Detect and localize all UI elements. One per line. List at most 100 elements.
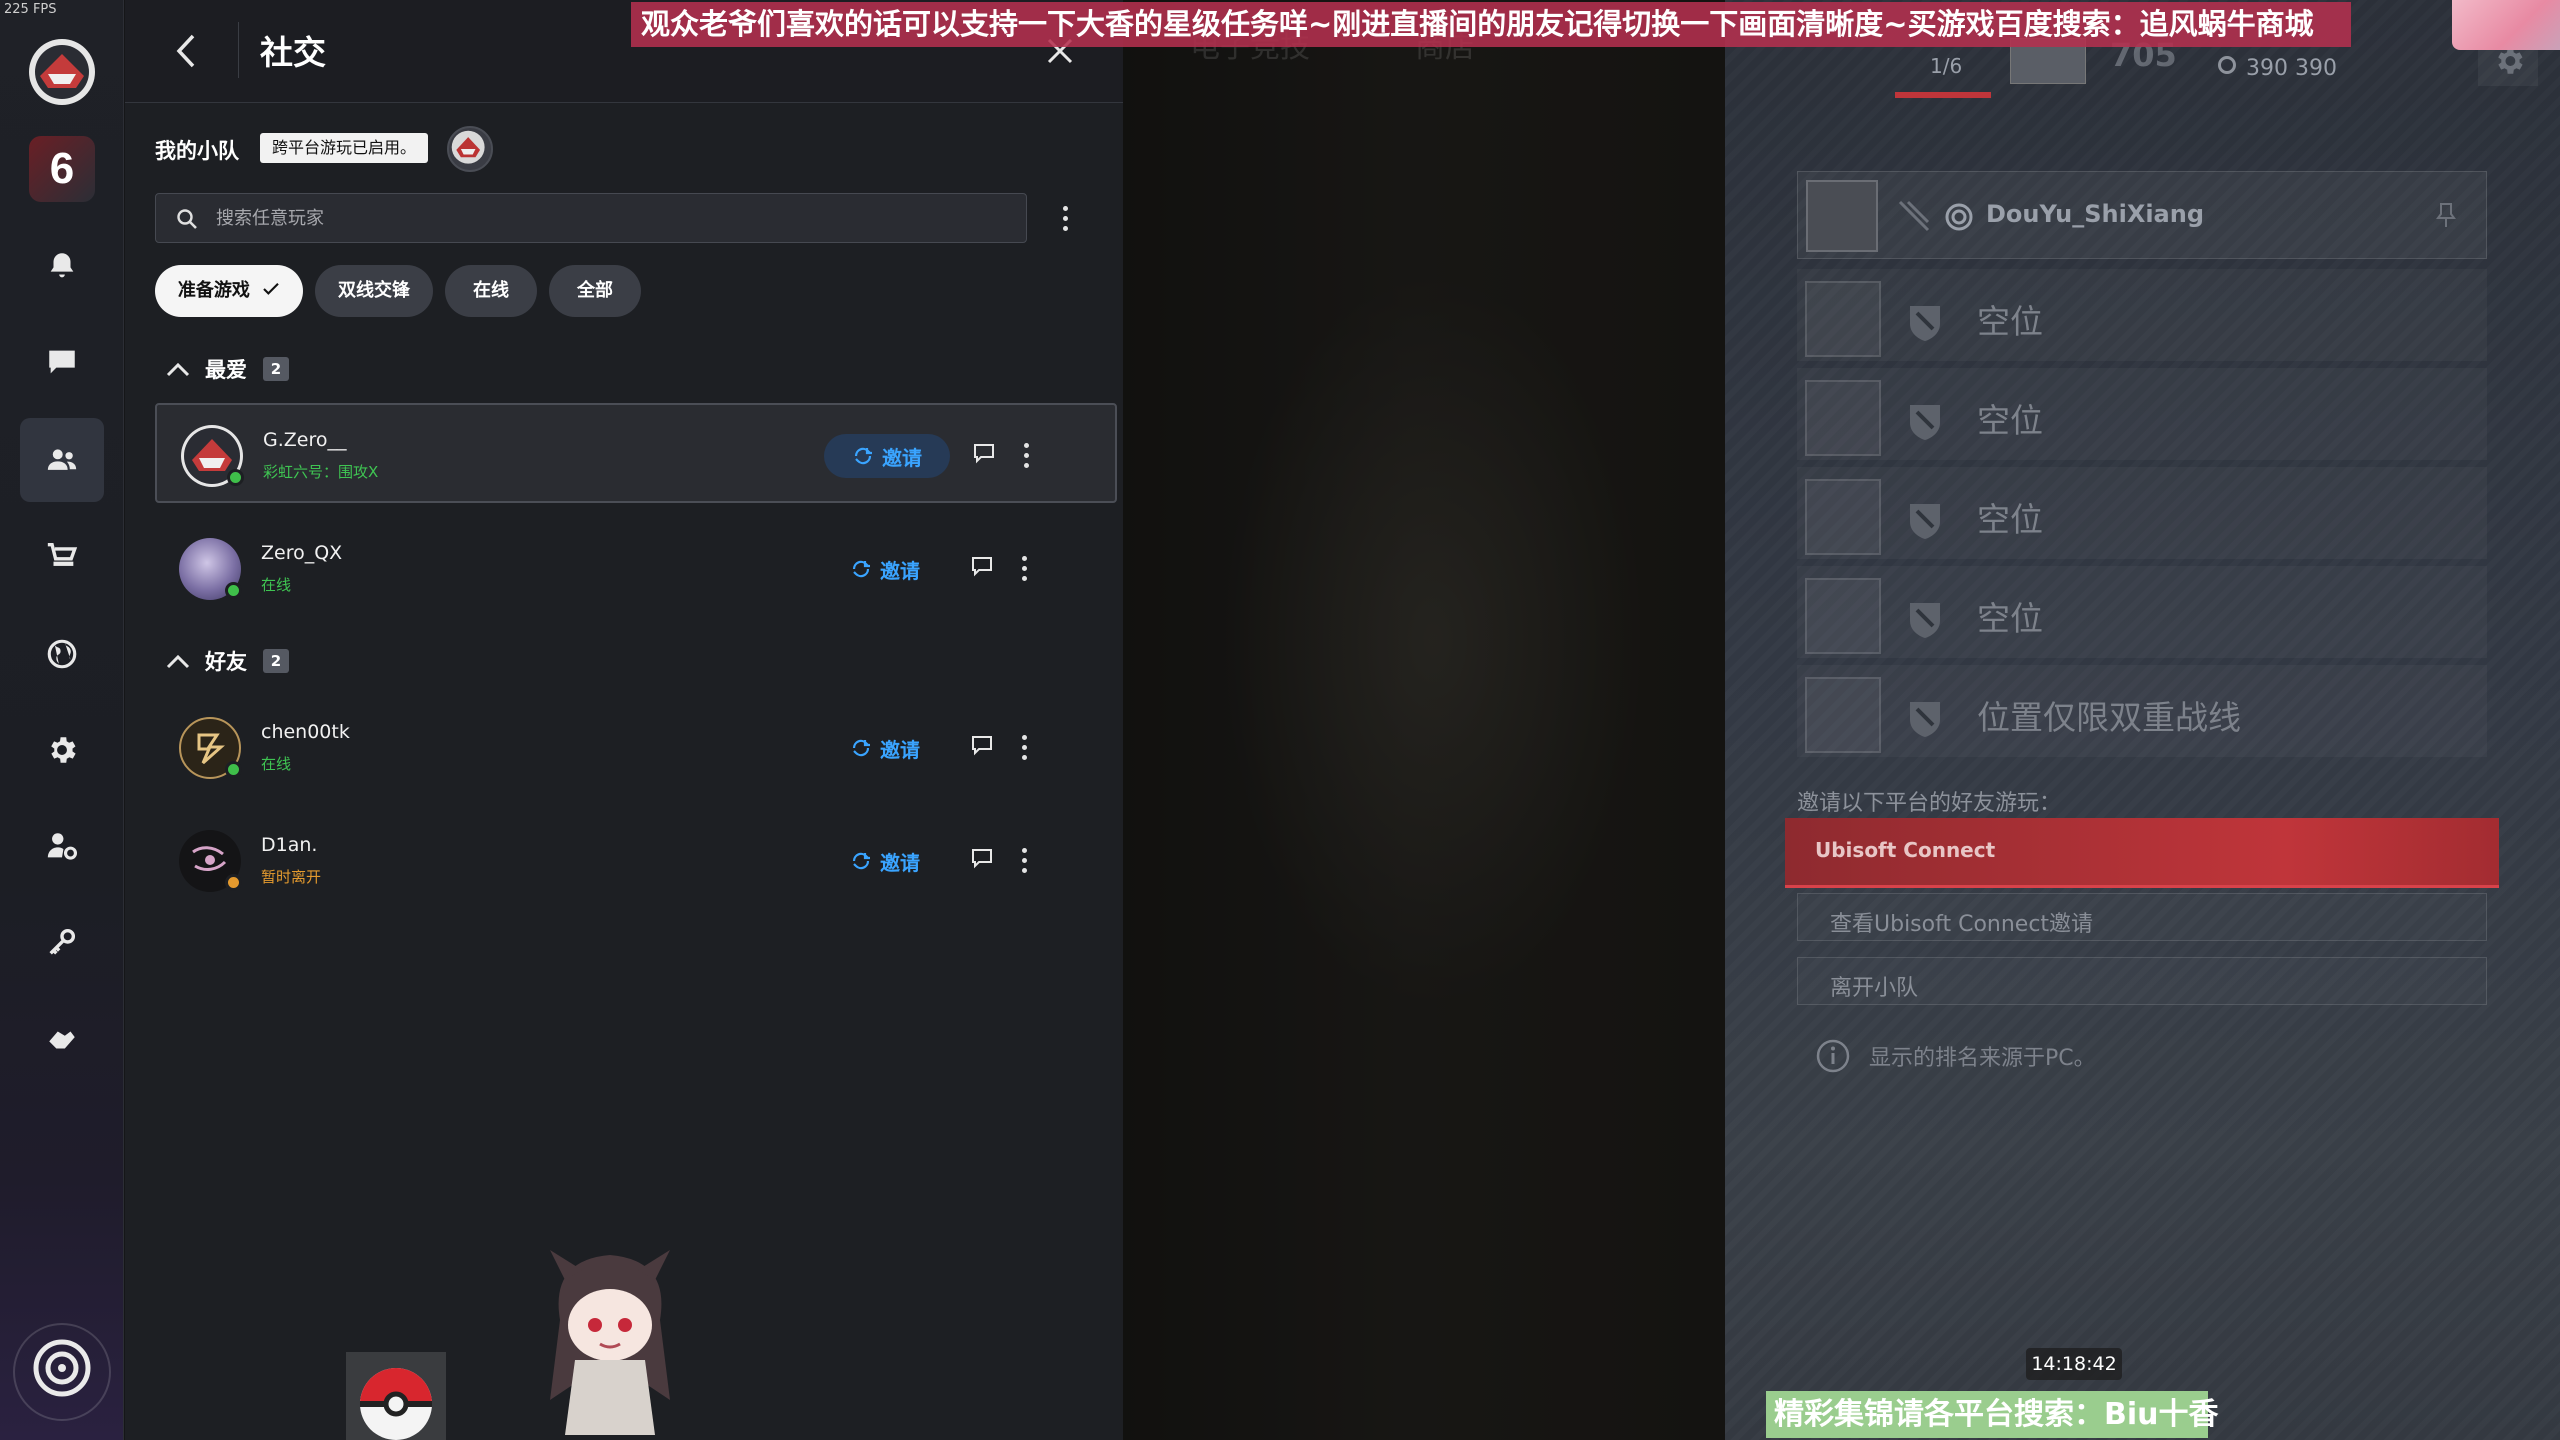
invite-button[interactable]: 邀请	[824, 434, 950, 478]
friend-status: 暂时离开	[261, 868, 322, 886]
party-slot-dual-front[interactable]: 位置仅限双重战线	[1797, 665, 2487, 757]
filter-label: 双线交锋	[338, 280, 410, 301]
invite-label: 邀请	[880, 558, 920, 583]
view-invites-label: 查看Ubisoft Connect邀请	[1830, 912, 2094, 937]
slot-avatar-placeholder	[1805, 281, 1881, 357]
bell-icon	[50, 253, 74, 278]
invite-label: 邀请	[882, 445, 922, 470]
party-player-name: DouYu_ShiXiang	[1986, 200, 2205, 228]
key-button[interactable]	[20, 900, 104, 984]
slot-label: 空位	[1977, 401, 2043, 440]
fps-counter: 225 FPS	[4, 2, 57, 17]
chat-button[interactable]	[20, 320, 104, 404]
ubisoft-connect-label: Ubisoft Connect	[1815, 838, 1996, 862]
store-button[interactable]	[20, 514, 104, 598]
invite-button[interactable]: 邀请	[822, 547, 948, 591]
section-title: 好友	[205, 650, 247, 674]
friend-row[interactable]: chen00tk 在线 邀请	[155, 697, 1117, 797]
globe-button[interactable]	[20, 612, 104, 696]
rank-emblem-icon	[1898, 200, 1930, 232]
friends-icon	[47, 449, 77, 470]
invite-icon	[852, 739, 870, 757]
friend-name: chen00tk	[261, 721, 350, 743]
credits-icon	[2218, 56, 2236, 74]
slot-label: 位置仅限双重战线	[1977, 698, 2241, 737]
stream-top-banner: 观众老爷们喜欢的话可以支持一下大香的星级任务咩~刚进直播间的朋友记得切换一下画面…	[631, 2, 2351, 47]
squad-member-avatar[interactable]	[447, 126, 493, 172]
party-slot-empty[interactable]: 空位	[1797, 368, 2487, 460]
filter-all[interactable]: 全部	[549, 265, 641, 317]
notifications-button[interactable]	[20, 224, 104, 308]
section-favorites-header[interactable]: 最爱 2	[165, 354, 289, 384]
ubisoft-logo-icon[interactable]	[10, 1320, 114, 1424]
invite-label: 邀请	[880, 737, 920, 762]
ubisoft-swirl-icon	[1945, 203, 1973, 231]
chibi-mascot-sticker	[550, 1250, 670, 1435]
friend-more-options[interactable]	[1014, 435, 1038, 475]
pin-icon[interactable]	[2436, 202, 2456, 228]
message-icon[interactable]	[970, 733, 994, 757]
settings-button[interactable]	[20, 708, 104, 792]
party-slot-empty[interactable]: 空位	[1797, 566, 2487, 658]
section-count: 2	[263, 357, 289, 381]
filter-online[interactable]: 在线	[445, 265, 537, 317]
gear-icon	[51, 737, 76, 763]
message-icon[interactable]	[970, 554, 994, 578]
player-search-box[interactable]	[155, 193, 1027, 243]
user-gear-icon	[47, 833, 78, 860]
friend-more-options[interactable]	[1012, 727, 1036, 767]
slot-label: 空位	[1977, 599, 2043, 638]
online-status-dot	[225, 582, 242, 599]
filter-label: 在线	[473, 280, 509, 301]
profile-logo-icon[interactable]	[26, 36, 98, 108]
community-button[interactable]	[20, 998, 104, 1082]
party-slot-empty[interactable]: 空位	[1797, 269, 2487, 361]
account-settings-button[interactable]	[20, 804, 104, 888]
ranking-note-text: 显示的排名来源于PC。	[1869, 1046, 2096, 1071]
invite-button[interactable]: 邀请	[822, 839, 948, 883]
slot-label: 空位	[1977, 302, 2043, 341]
friends-button[interactable]	[20, 418, 104, 502]
online-status-dot	[225, 761, 242, 778]
shield-icon	[1910, 405, 1940, 440]
friend-row[interactable]: D1an. 暂时离开 邀请	[155, 810, 1117, 910]
message-icon[interactable]	[970, 846, 994, 870]
friend-more-options[interactable]	[1012, 548, 1036, 588]
slot-label: 空位	[1977, 500, 2043, 539]
party-slot-empty[interactable]: 空位	[1797, 467, 2487, 559]
party-member-self[interactable]: DouYu_ShiXiang	[1797, 171, 2487, 259]
streamer-avatar-corner	[2452, 0, 2560, 50]
online-status-dot	[227, 469, 244, 486]
friend-name: G.Zero__	[263, 429, 347, 451]
view-invites-button[interactable]: 查看Ubisoft Connect邀请	[1797, 893, 2487, 941]
friend-row[interactable]: Zero_QX 在线 邀请	[155, 518, 1117, 618]
message-icon[interactable]	[972, 441, 996, 465]
search-more-options[interactable]	[1053, 198, 1077, 238]
slot-avatar-placeholder	[1805, 578, 1881, 654]
invite-label: 邀请	[880, 850, 920, 875]
shield-icon	[1910, 702, 1940, 737]
back-arrow-icon[interactable]	[171, 32, 201, 70]
player-avatar	[1806, 180, 1878, 252]
friend-row[interactable]: G.Zero__ 彩虹六号：围攻X 邀请	[155, 403, 1117, 503]
hands-icon	[49, 1031, 75, 1049]
search-input[interactable]	[216, 194, 1006, 242]
section-friends-header[interactable]: 好友 2	[165, 646, 289, 676]
globe-icon	[47, 639, 77, 669]
rainbow-six-game-icon[interactable]: 6	[29, 136, 95, 202]
shield-icon	[1910, 306, 1940, 341]
chevron-up-icon	[166, 654, 190, 669]
leave-squad-label: 离开小队	[1830, 976, 1919, 1001]
invite-button[interactable]: 邀请	[822, 726, 948, 770]
info-icon	[1816, 1039, 1850, 1073]
ubisoft-connect-button[interactable]: Ubisoft Connect	[1785, 818, 2499, 888]
shield-icon	[1910, 504, 1940, 539]
leave-squad-button[interactable]: 离开小队	[1797, 957, 2487, 1005]
filter-label: 全部	[577, 280, 613, 301]
invite-icon	[852, 560, 870, 578]
friend-name: D1an.	[261, 834, 318, 856]
checkmark-icon	[263, 283, 279, 295]
filter-ready-to-play[interactable]: 准备游戏	[155, 265, 303, 317]
friend-more-options[interactable]	[1012, 840, 1036, 880]
filter-dual-front[interactable]: 双线交锋	[315, 265, 433, 317]
